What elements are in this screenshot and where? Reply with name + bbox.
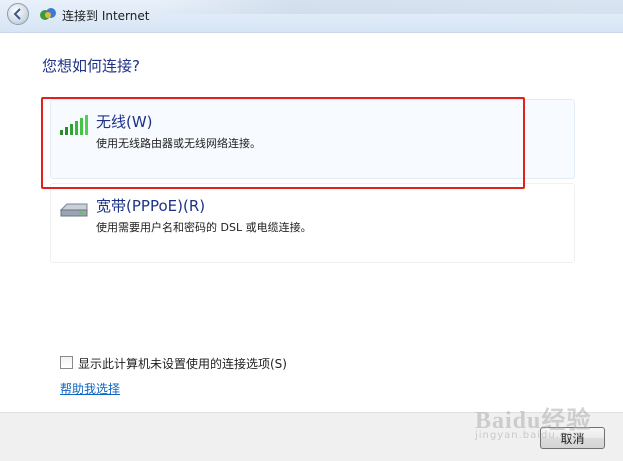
option-wireless[interactable]: 无线(W) 使用无线路由器或无线网络连接。: [50, 99, 575, 179]
watermark-url: jingyan.baidu.com: [475, 430, 585, 441]
title-bar: 连接到 Internet: [0, 0, 623, 32]
window-title: 连接到 Internet: [62, 9, 150, 23]
broadband-modem-icon: [59, 203, 88, 217]
baidu-watermark: Baidu经验 jingyan.baidu.com: [475, 400, 615, 448]
network-globe-icon: [40, 8, 56, 20]
titlebar-background-strip: [150, 0, 623, 14]
option-broadband-description: 使用需要用户名和密码的 DSL 或电缆连接。: [96, 221, 312, 234]
option-wireless-description: 使用无线路由器或无线网络连接。: [96, 137, 261, 150]
option-wireless-title: 无线(W): [96, 113, 153, 131]
option-broadband[interactable]: 宽带(PPPoE)(R) 使用需要用户名和密码的 DSL 或电缆连接。: [50, 183, 575, 263]
page-heading: 您想如何连接?: [42, 57, 140, 75]
back-button[interactable]: [7, 3, 29, 25]
back-arrow-icon: [13, 8, 21, 20]
show-unavailable-checkbox[interactable]: [60, 356, 73, 369]
option-broadband-title: 宽带(PPPoE)(R): [96, 197, 206, 215]
wireless-signal-icon: [60, 115, 88, 135]
help-me-choose-link[interactable]: 帮助我选择: [60, 380, 120, 397]
show-unavailable-label[interactable]: 显示此计算机未设置使用的连接选项(S): [78, 355, 287, 372]
